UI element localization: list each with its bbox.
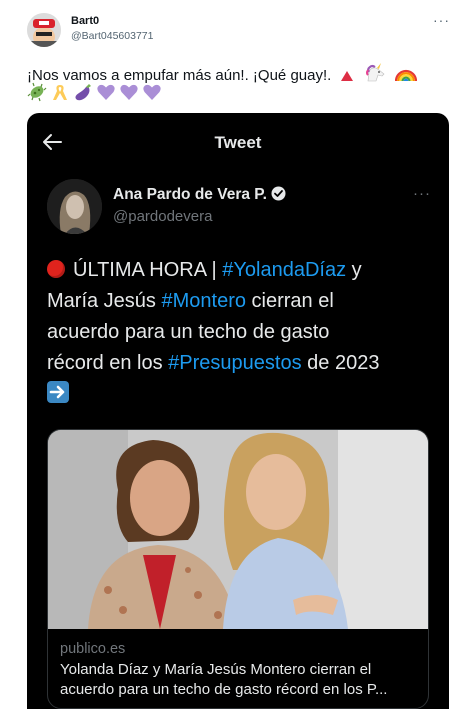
inner-author-avatar (47, 179, 102, 234)
inner-text-segment: de 2023 (301, 352, 380, 374)
purple-heart-icon (142, 82, 162, 102)
small-red-triangle-icon (340, 69, 354, 87)
link-preview-domain: publico.es (60, 641, 126, 657)
microbe-icon (27, 82, 47, 102)
inner-tweet-line: récord en los #Presupuestos de 2023 (47, 352, 379, 375)
inner-tweet-line: acuerdo para un techo de gasto (47, 321, 330, 343)
link-preview-title: acuerdo para un techo de gasto récord en… (60, 681, 388, 698)
purple-heart-icon (119, 82, 139, 102)
inner-text-segment: cierran el (245, 290, 334, 312)
link-preview-image (48, 430, 428, 629)
author-name[interactable]: Bart0 (71, 15, 99, 27)
purple-heart-icon (96, 82, 116, 102)
inner-author-name-text: Ana Pardo de Vera P. (113, 186, 267, 203)
eggplant-icon (73, 82, 93, 102)
rainbow-icon (394, 65, 417, 87)
inner-tweet-line: María Jesús #Montero cierran el (47, 290, 334, 313)
verified-badge-icon (271, 186, 286, 201)
inner-more-options: ··· (413, 185, 431, 202)
attached-screenshot[interactable]: Tweet Ana Pardo de Vera P. @pardodevera … (27, 113, 449, 709)
inner-tweet-line: ÚLTIMA HORA | #YolandaDíaz y (47, 259, 362, 282)
inner-text-segment: y (346, 259, 362, 281)
yellow-ribbon-icon (50, 82, 70, 102)
inner-author-name: Ana Pardo de Vera P. (113, 186, 286, 204)
more-options-button[interactable]: ··· (433, 12, 450, 28)
tweet: Bart0 @Bart045603771 ··· ¡Nos vamos a em… (0, 0, 465, 709)
inner-author-handle: @pardodevera (113, 208, 213, 225)
emoji-row (27, 82, 162, 102)
link-preview-title: Yolanda Díaz y María Jesús Montero cierr… (60, 661, 372, 678)
author-handle[interactable]: @Bart045603771 (71, 30, 153, 42)
right-arrow-emoji-icon (47, 381, 69, 403)
inner-tweet-line (47, 381, 69, 406)
hashtag-link: #YolandaDíaz (222, 259, 347, 281)
screenshot-header-title: Tweet (214, 133, 262, 152)
screenshot-header: Tweet (27, 113, 449, 171)
inner-text-segment: María Jesús (47, 290, 162, 312)
inner-text-segment: ÚLTIMA HORA | (73, 259, 223, 281)
red-circle-icon (47, 260, 65, 278)
unicorn-icon (364, 63, 386, 87)
hashtag-link: #Montero (161, 290, 246, 312)
inner-text-segment: récord en los (47, 352, 169, 374)
link-preview-card: publico.es Yolanda Díaz y María Jesús Mo… (47, 429, 429, 709)
hashtag-link: #Presupuestos (168, 352, 302, 374)
author-avatar[interactable] (27, 13, 61, 47)
